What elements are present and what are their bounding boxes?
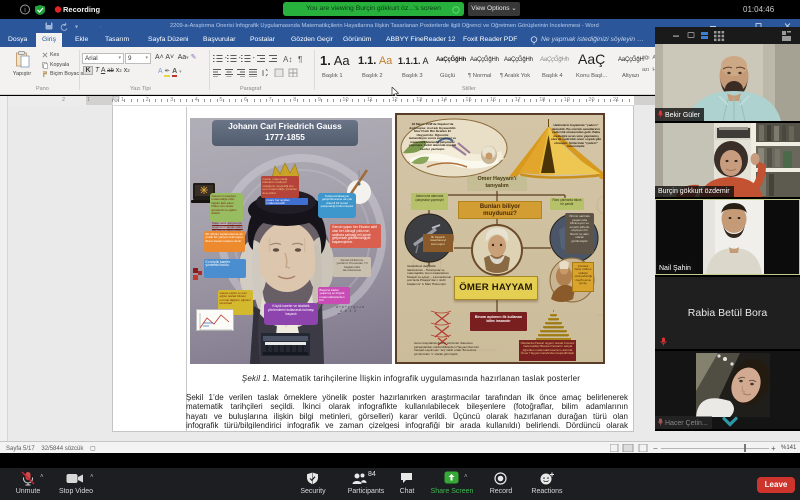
svg-text:¶: ¶ <box>298 55 302 63</box>
svg-text:∙: ∙ <box>100 25 102 31</box>
svg-text:▾: ▾ <box>75 25 78 31</box>
svg-text:A↕: A↕ <box>283 55 292 63</box>
svg-text:i: i <box>24 7 26 14</box>
